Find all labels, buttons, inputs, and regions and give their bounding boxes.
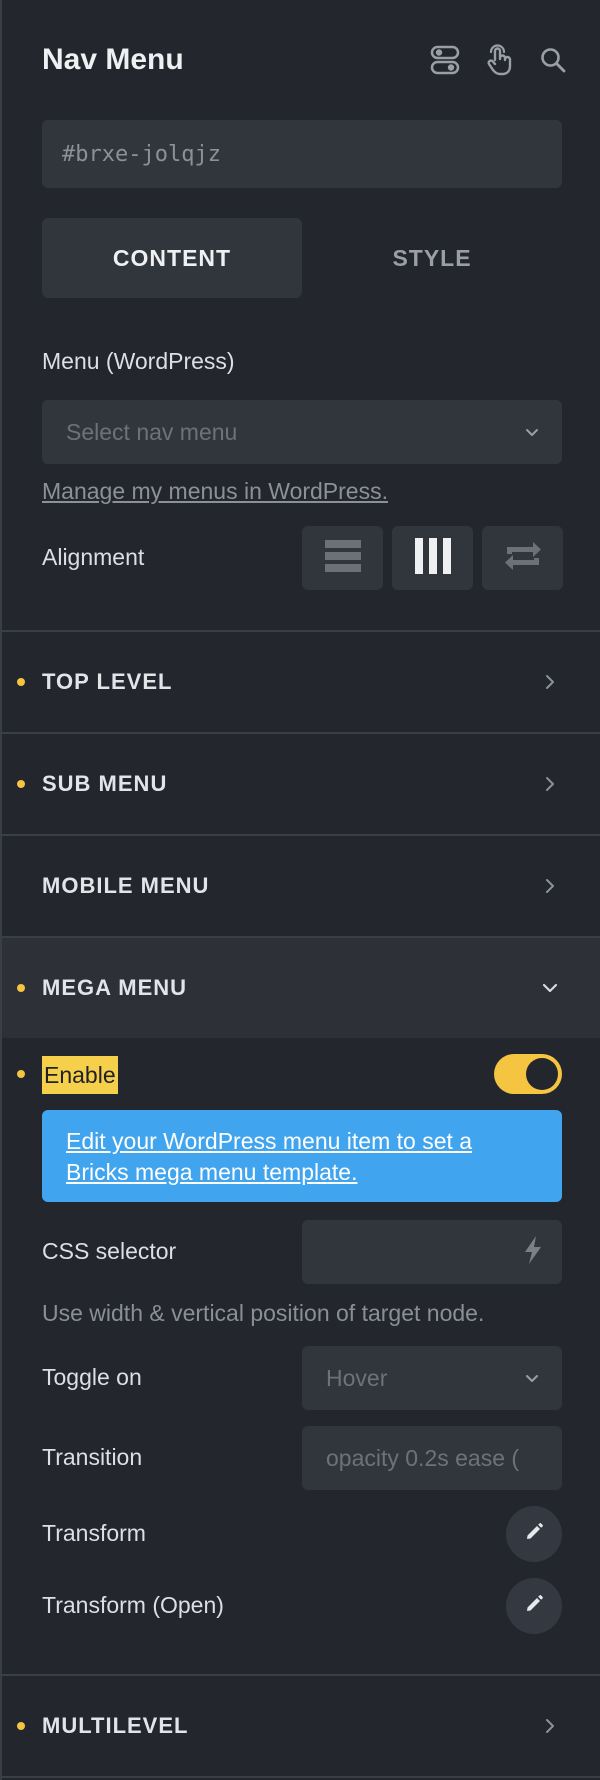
nav-menu-select[interactable]: Select nav menu: [42, 400, 562, 464]
section-title: MOBILE MENU: [42, 873, 210, 898]
transform-label: Transform: [42, 1520, 146, 1546]
transform-open-edit-button[interactable]: [506, 1578, 562, 1634]
panel-header: Nav Menu: [42, 38, 570, 82]
modified-dot: [17, 780, 25, 788]
align-rows-button[interactable]: [302, 526, 383, 590]
nav-menu-panel: Nav Menu #brxe-jolqjz CONTENT STYLE Menu…: [0, 0, 600, 1780]
tab-style[interactable]: STYLE: [302, 218, 562, 298]
section-top-level[interactable]: TOP LEVEL: [2, 630, 600, 732]
element-id-field[interactable]: #brxe-jolqjz: [42, 120, 562, 188]
modified-dot: [17, 678, 25, 686]
tab-content[interactable]: CONTENT: [42, 218, 302, 298]
modified-dot: [17, 984, 25, 992]
pointer-hand-icon[interactable]: [482, 43, 516, 77]
chevron-down-icon: [524, 1365, 540, 1392]
align-columns-button[interactable]: [392, 526, 473, 590]
alignment-label: Alignment: [42, 544, 145, 570]
toggle-on-select[interactable]: Hover: [302, 1346, 562, 1410]
rows-icon: [324, 537, 362, 580]
chevron-down-icon: [524, 419, 540, 446]
lightning-bolt-icon[interactable]: [522, 1235, 544, 1270]
divider: [2, 1776, 600, 1778]
section-sub-menu[interactable]: SUB MENU: [2, 732, 600, 834]
panel-title: Nav Menu: [42, 43, 184, 76]
modified-dot: [17, 1722, 25, 1730]
chevron-right-icon: [540, 774, 560, 794]
enable-toggle[interactable]: [494, 1054, 562, 1094]
nav-menu-select-placeholder: Select nav menu: [66, 418, 238, 445]
section-title: MULTILEVEL: [42, 1713, 189, 1738]
section-title: TOP LEVEL: [42, 669, 173, 694]
enable-label: Enable: [42, 1056, 118, 1094]
section-title: MEGA MENU: [42, 975, 188, 1000]
transition-input[interactable]: opacity 0.2s ease (: [302, 1426, 562, 1490]
css-selector-label: CSS selector: [42, 1238, 177, 1264]
reverse-icon: [503, 539, 543, 578]
modified-dot: [17, 1070, 25, 1078]
section-title: SUB MENU: [42, 771, 168, 796]
columns-icon: [414, 537, 452, 580]
chevron-right-icon: [540, 876, 560, 896]
transform-open-label: Transform (Open): [42, 1592, 224, 1618]
transition-label: Transition: [42, 1444, 143, 1470]
alignment-options: [302, 526, 563, 590]
section-mega-menu[interactable]: MEGA MENU: [2, 936, 600, 1038]
section-multilevel[interactable]: MULTILEVEL: [2, 1674, 600, 1776]
toggle-on-label: Toggle on: [42, 1364, 142, 1390]
chevron-down-icon: [540, 978, 560, 998]
chevron-right-icon: [540, 1716, 560, 1736]
panel-tabs: CONTENT STYLE: [42, 218, 562, 298]
pencil-icon: [524, 1594, 544, 1619]
mega-menu-info-link[interactable]: Edit your WordPress menu item to set a B…: [42, 1110, 562, 1202]
toggle-switch-icon[interactable]: [428, 43, 462, 77]
transform-edit-button[interactable]: [506, 1506, 562, 1562]
align-reverse-button[interactable]: [482, 526, 563, 590]
css-selector-input[interactable]: [302, 1220, 562, 1284]
css-selector-hint: Use width & vertical position of target …: [42, 1300, 485, 1326]
chevron-right-icon: [540, 672, 560, 692]
search-icon[interactable]: [536, 43, 570, 77]
menu-label: Menu (WordPress): [42, 348, 235, 374]
toggle-knob: [526, 1058, 558, 1090]
section-mobile-menu[interactable]: MOBILE MENU: [2, 834, 600, 936]
header-icons: [428, 43, 570, 77]
toggle-on-value: Hover: [326, 1364, 388, 1391]
pencil-icon: [524, 1522, 544, 1547]
manage-menus-link[interactable]: Manage my menus in WordPress.: [42, 478, 388, 505]
